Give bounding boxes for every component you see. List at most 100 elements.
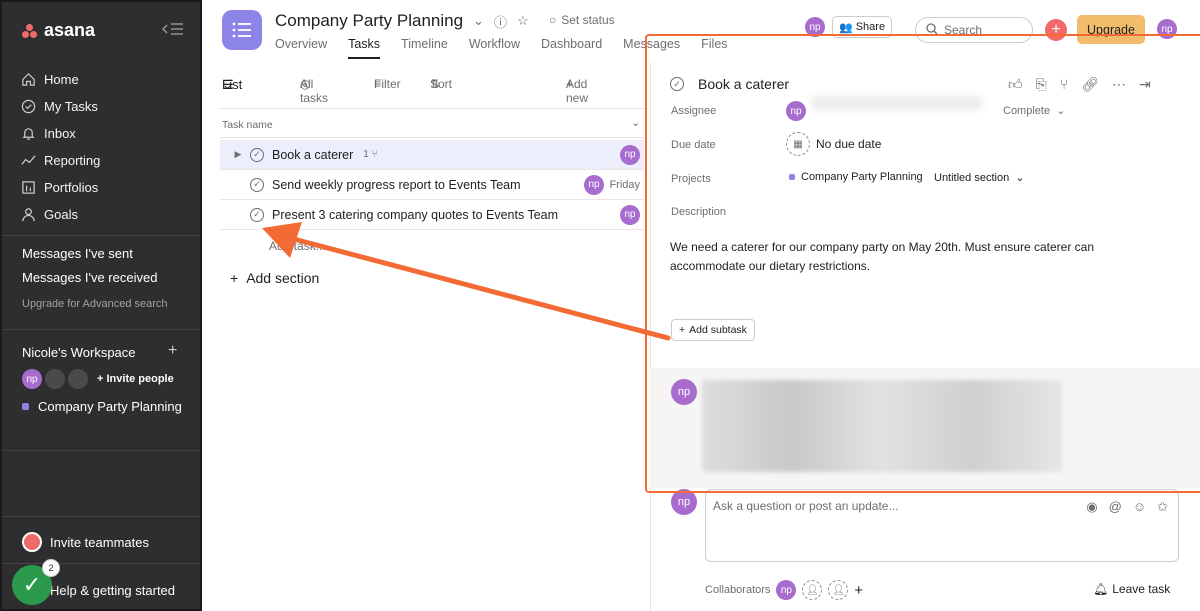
collaborators-label: Collaborators — [705, 584, 771, 596]
sidebar-project-item[interactable]: Company Party Planning — [22, 399, 182, 414]
column-header-task-name[interactable]: Task name — [222, 119, 273, 131]
chevron-down-icon: ⌄ — [1015, 172, 1025, 184]
project-list-icon[interactable] — [222, 10, 262, 50]
invite-people-button[interactable]: + Invite people — [97, 373, 174, 385]
expand-caret-icon[interactable]: ▶ — [226, 149, 250, 160]
due-date[interactable]: Friday — [609, 179, 640, 191]
collapse-sidebar-icon[interactable] — [162, 22, 184, 38]
workspace-title[interactable]: Nicole's Workspace — [22, 345, 136, 360]
star-icon[interactable]: ☆ — [517, 13, 529, 29]
sidebar-item-my-tasks[interactable]: My Tasks — [20, 93, 190, 120]
link-icon[interactable]: 🔗︎ — [1081, 76, 1099, 93]
avatar[interactable]: np — [620, 144, 640, 165]
sidebar-item-home[interactable]: Home — [20, 66, 190, 93]
description-text[interactable]: We need a caterer for our company party … — [670, 238, 1120, 276]
status-dropdown[interactable]: Complete ⌄ — [1003, 104, 1065, 118]
chevron-down-icon[interactable]: ⌄ — [631, 117, 640, 129]
due-date-field[interactable]: ▦ No due date — [786, 132, 881, 156]
user-avatar[interactable]: np — [1157, 19, 1177, 39]
table-row[interactable]: ✓ Send weekly progress report to Events … — [220, 170, 644, 200]
avatar[interactable]: np — [671, 489, 697, 515]
leave-task-button[interactable]: 🔔︎ Leave task — [1093, 582, 1170, 596]
add-workspace-item-icon[interactable]: + — [168, 342, 177, 360]
tab-files[interactable]: Files — [701, 37, 727, 59]
tab-dashboard[interactable]: Dashboard — [541, 37, 602, 59]
avatar[interactable]: np — [22, 369, 42, 389]
sidebar-item-portfolios[interactable]: Portfolios — [20, 174, 190, 201]
record-icon[interactable]: ◉ — [1086, 499, 1097, 515]
all-tasks-label: All tasks — [300, 77, 329, 105]
bell-icon — [20, 126, 36, 142]
table-row[interactable]: ▶ ✓ Book a caterer 1 ⑂ np — [220, 140, 644, 170]
info-icon[interactable]: ⓘ — [494, 12, 507, 31]
tab-workflow[interactable]: Workflow — [469, 37, 520, 59]
mention-icon[interactable]: @ — [1109, 499, 1122, 515]
paperclip-icon[interactable]: ⎘ — [1036, 76, 1047, 93]
section-value: Untitled section — [934, 171, 1010, 184]
add-subtask-button[interactable]: + Add subtask — [671, 319, 755, 341]
messages-received-link[interactable]: Messages I've received — [22, 270, 157, 285]
task-detail-title: ✓ Book a caterer — [670, 76, 789, 92]
asana-logo-icon — [22, 23, 38, 38]
subtask-icon[interactable]: ⑂ — [1060, 76, 1068, 93]
add-section-button[interactable]: + Add section — [230, 270, 319, 286]
task-name[interactable]: Send weekly progress report to Events Te… — [272, 178, 521, 192]
avatar[interactable]: np — [776, 580, 797, 600]
tab-tasks[interactable]: Tasks — [348, 37, 381, 59]
sidebar-divider — [2, 563, 200, 564]
avatar-placeholder[interactable] — [68, 369, 88, 389]
project-title[interactable]: Company Party Planning — [275, 11, 463, 31]
avatar[interactable]: np — [584, 174, 604, 195]
task-title[interactable]: Book a caterer — [698, 76, 789, 92]
messages-sent-link[interactable]: Messages I've sent — [22, 246, 133, 261]
tab-messages[interactable]: Messages — [623, 37, 680, 59]
asana-logo[interactable]: asana — [22, 20, 95, 41]
avatar[interactable]: np — [620, 204, 640, 225]
complete-checkbox-icon[interactable]: ✓ — [250, 207, 264, 222]
project-tag[interactable]: Company Party Planning — [789, 171, 923, 183]
more-options-icon[interactable]: ⋯ — [1112, 76, 1126, 93]
search-input[interactable]: Search — [915, 17, 1033, 43]
task-name[interactable]: Present 3 catering company quotes to Eve… — [272, 208, 558, 222]
tab-timeline[interactable]: Timeline — [401, 37, 448, 59]
section-dropdown[interactable]: Untitled section ⌄ — [934, 171, 1025, 185]
tab-overview[interactable]: Overview — [275, 37, 327, 59]
task-name[interactable]: Book a caterer — [272, 148, 353, 162]
upgrade-search-link[interactable]: Upgrade for Advanced search — [22, 298, 168, 310]
share-button[interactable]: 👥 Share — [832, 16, 893, 38]
add-collaborator-placeholder-icon[interactable]: 👤︎ — [828, 580, 849, 600]
avatar-placeholder[interactable] — [45, 369, 65, 389]
add-collaborator-plus-icon[interactable]: + — [854, 582, 863, 599]
sidebar-divider — [2, 235, 200, 236]
checklist-count-badge: 2 — [42, 559, 60, 577]
emoji-icon[interactable]: ☺ — [1133, 499, 1146, 515]
thumbs-up-icon[interactable]: 👍︎ — [1008, 76, 1023, 93]
complete-checkbox-icon[interactable]: ✓ — [250, 177, 264, 192]
assignee-field[interactable]: np — [786, 101, 806, 121]
help-getting-started-link[interactable]: Help & getting started — [50, 583, 175, 598]
star-icon[interactable]: ✩ — [1157, 499, 1168, 515]
quick-add-button[interactable]: + — [1045, 19, 1067, 41]
person-icon — [20, 207, 36, 223]
sidebar-item-inbox[interactable]: Inbox — [20, 120, 190, 147]
getting-started-checklist-button[interactable]: ✓ 2 — [12, 559, 60, 605]
add-subtask-label: Add subtask — [689, 324, 747, 336]
sidebar-item-goals[interactable]: Goals — [20, 201, 190, 228]
invite-teammates-button[interactable]: Invite teammates — [22, 532, 149, 552]
table-row[interactable]: ✓ Present 3 catering company quotes to E… — [220, 200, 644, 230]
avatar[interactable]: np — [805, 17, 825, 37]
chevron-down-icon[interactable]: ⌄ — [473, 13, 484, 29]
avatar[interactable]: np — [671, 379, 697, 405]
comment-input[interactable]: Ask a question or post an update... ◉ @ … — [705, 489, 1179, 562]
set-status-button[interactable]: ○ Set status — [549, 13, 615, 27]
sort-label: Sort — [430, 77, 453, 91]
add-task-input[interactable]: Add task... — [269, 239, 326, 253]
complete-checkbox-icon[interactable]: ✓ — [670, 77, 684, 91]
gift-icon — [22, 532, 42, 552]
upgrade-button[interactable]: Upgrade — [1077, 15, 1145, 44]
complete-checkbox-icon[interactable]: ✓ — [250, 147, 264, 162]
plus-icon: + — [679, 324, 686, 336]
sidebar-item-reporting[interactable]: Reporting — [20, 147, 190, 174]
close-pane-icon[interactable]: ⇥ — [1139, 76, 1151, 93]
add-collaborator-placeholder-icon[interactable]: 👤︎ — [802, 580, 823, 600]
